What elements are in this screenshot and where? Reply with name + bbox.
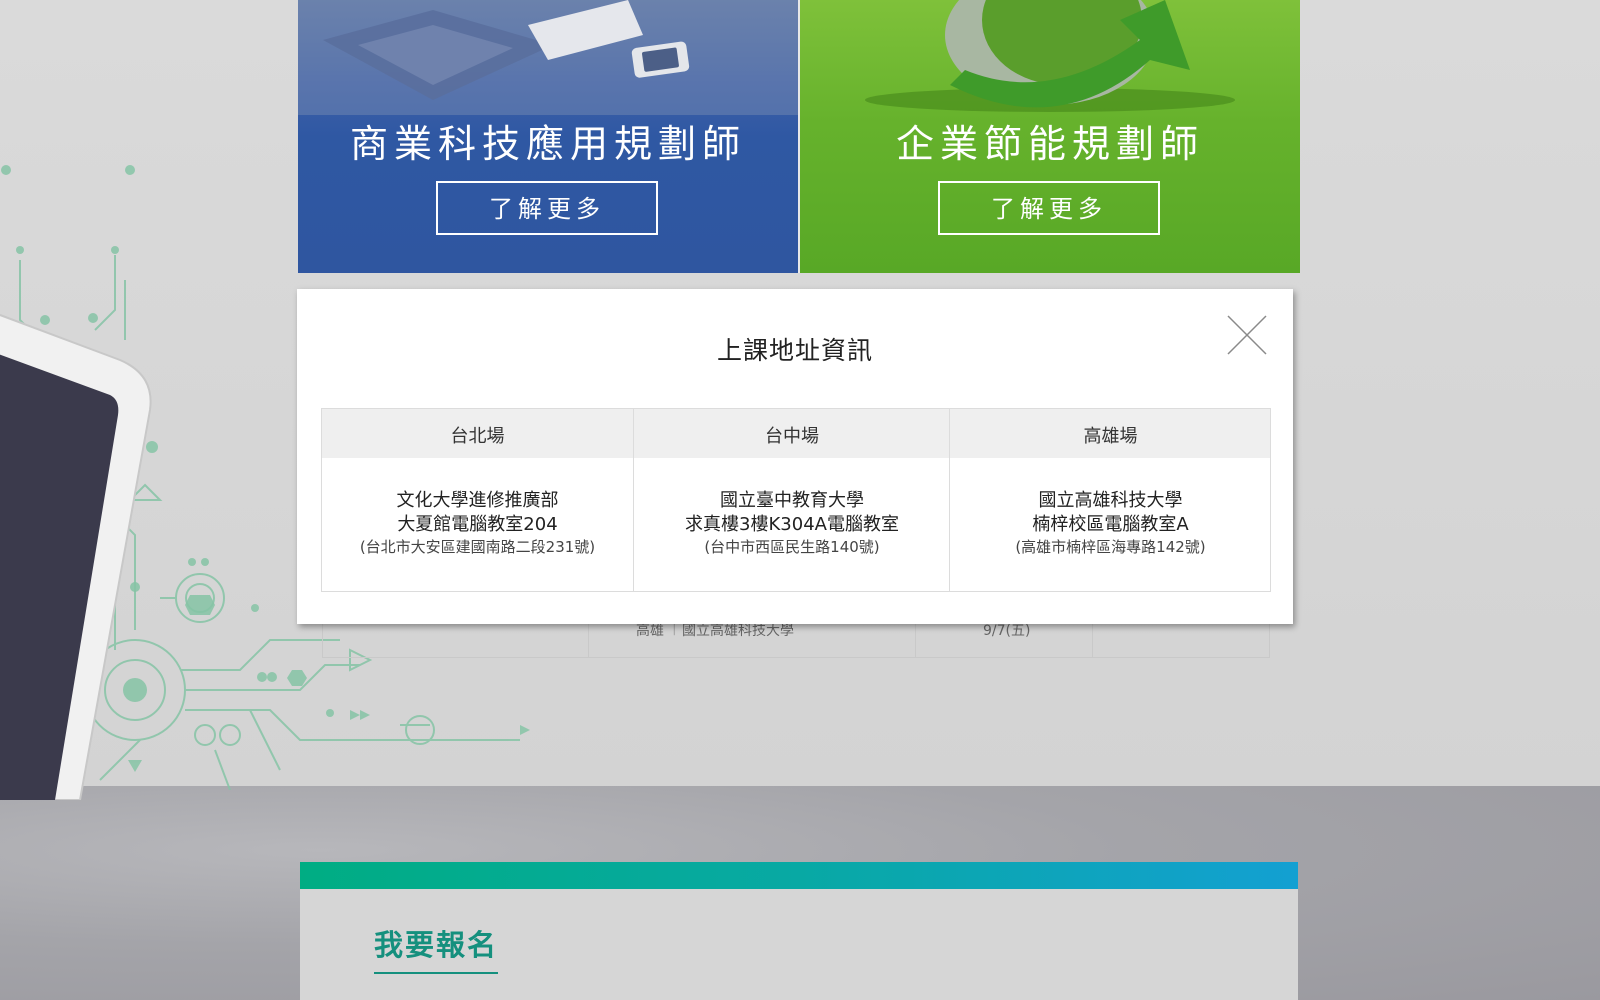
taichung-column: 台中場 國立臺中教育大學 求真樓3樓K304A電腦教室 (台中市西區民生路140…: [633, 409, 950, 591]
registration-title: 我要報名: [374, 922, 499, 974]
column-header: 台北場: [450, 426, 505, 447]
venue-address: (高雄市楠梓區海專路142號): [1015, 538, 1206, 556]
address-info-modal: 上課地址資訊 台北場 文化大學進修推廣部 大夏館電腦教室204 (台北市大安區建…: [297, 289, 1293, 624]
card-title: 商業科技應用規劃師: [349, 122, 746, 166]
venue-room: 楠梓校區電腦教室A: [1032, 514, 1189, 535]
close-icon[interactable]: [1227, 315, 1267, 355]
venue-name: 國立臺中教育大學: [720, 490, 864, 511]
venue-name: 國立高雄科技大學: [1038, 490, 1183, 511]
gradient-header-bar: [300, 862, 1298, 889]
venue-name: 文化大學進修推廣部: [396, 490, 559, 511]
green-earth-arrow-image: [865, 0, 1235, 112]
registration-panel: 我要報名: [300, 862, 1298, 1000]
venue-room: 大夏館電腦教室204: [397, 514, 558, 535]
address-table: 台北場 文化大學進修推廣部 大夏館電腦教室204 (台北市大安區建國南路二段23…: [321, 408, 1271, 592]
card-title: 企業節能規劃師: [895, 122, 1204, 166]
venue-address: (台中市西區民生路140號): [704, 538, 880, 556]
venue-room: 求真樓3樓K304A電腦教室: [685, 514, 899, 535]
modal-title: 上課地址資訊: [716, 336, 873, 365]
column-header: 台中場: [765, 426, 819, 447]
venue-address: (台北市大安區建國南路二段231號): [359, 538, 596, 556]
energy-saving-card[interactable]: 企業節能規劃師 了解更多: [800, 0, 1300, 273]
business-tech-card[interactable]: 商業科技應用規劃師 了解更多: [298, 0, 798, 273]
kaohsiung-column: 高雄場 國立高雄科技大學 楠梓校區電腦教室A (高雄市楠梓區海專路142號): [949, 409, 1271, 591]
learn-more-button[interactable]: 了解更多: [436, 181, 658, 235]
tablet-illustration: [0, 313, 152, 800]
laptop-tablet-photo: [298, 0, 798, 115]
taipei-column: 台北場 文化大學進修推廣部 大夏館電腦教室204 (台北市大安區建國南路二段23…: [322, 409, 633, 591]
column-header: 高雄場: [1083, 426, 1138, 447]
learn-more-button[interactable]: 了解更多: [938, 181, 1160, 235]
